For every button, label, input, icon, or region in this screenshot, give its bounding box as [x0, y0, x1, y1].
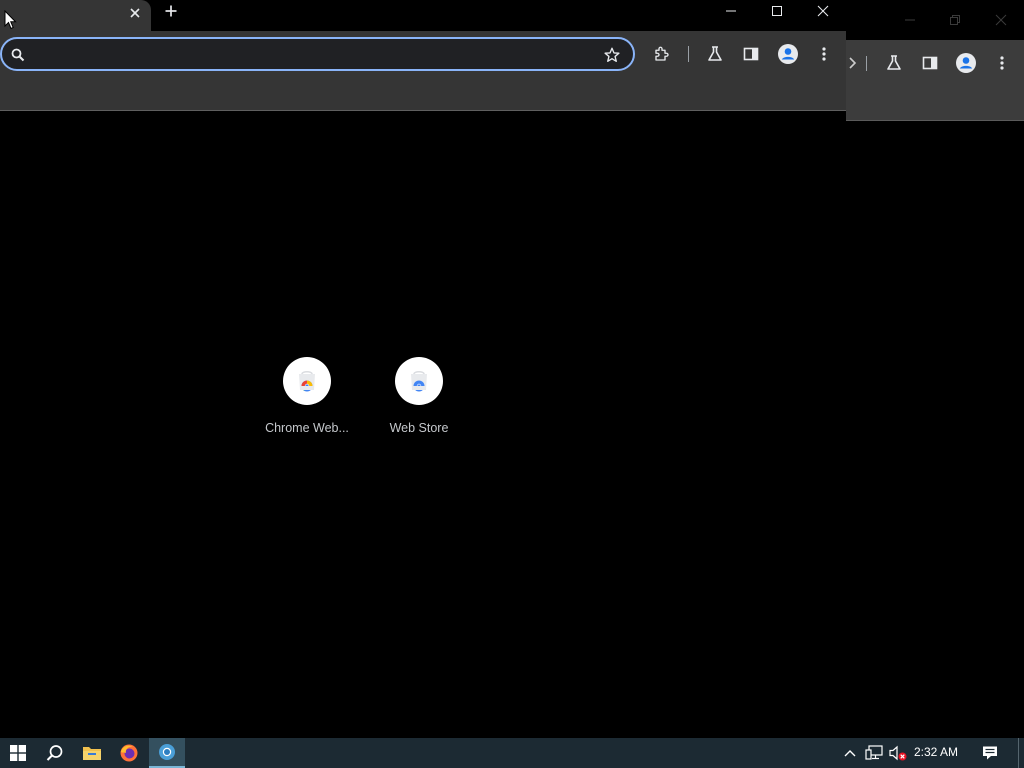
profile-icon[interactable] — [955, 52, 977, 74]
background-page-content — [846, 121, 1024, 738]
browser-window[interactable]: Chrome Web... Web Store — [0, 0, 846, 690]
network-icon[interactable] — [864, 743, 884, 763]
labs-icon[interactable] — [883, 52, 905, 74]
shortcut-label: Web Store — [389, 421, 449, 435]
close-icon[interactable] — [989, 8, 1013, 32]
chrome-icon[interactable] — [149, 738, 185, 768]
notification-icon[interactable] — [980, 743, 1000, 763]
minimize-icon[interactable] — [708, 0, 754, 22]
firefox-icon[interactable] — [111, 738, 147, 768]
clock[interactable]: 2:32 AM — [914, 745, 958, 759]
profile-icon[interactable] — [777, 43, 799, 65]
search-icon[interactable] — [37, 738, 73, 768]
tab-new-tab[interactable] — [0, 0, 151, 31]
new-tab-page: Chrome Web... Web Store — [0, 111, 846, 690]
chrome-web-store-icon — [283, 357, 331, 405]
mouse-cursor-icon — [4, 9, 18, 30]
background-bookmarks-bar — [846, 86, 1024, 121]
toolbar-separator — [866, 56, 867, 71]
side-panel-icon[interactable] — [740, 43, 762, 65]
shortcut-tile[interactable]: Chrome Web... — [251, 355, 363, 445]
close-icon[interactable] — [124, 2, 146, 24]
tab-strip[interactable] — [0, 0, 846, 31]
maximize-icon[interactable] — [754, 0, 800, 22]
volume-muted-icon[interactable] — [888, 743, 908, 763]
chevron-up-icon[interactable] — [840, 743, 860, 763]
background-title-bar[interactable] — [846, 0, 1024, 40]
toolbar-separator — [688, 46, 689, 62]
bookmarks-bar — [0, 76, 846, 111]
search-icon — [10, 47, 26, 63]
toolbar — [0, 31, 846, 76]
file-explorer-icon[interactable] — [74, 738, 110, 768]
web-store-icon — [395, 357, 443, 405]
menu-icon[interactable] — [991, 52, 1013, 74]
plus-icon[interactable] — [159, 0, 183, 22]
extensions-icon[interactable] — [651, 43, 673, 65]
background-browser-window[interactable] — [846, 0, 1024, 738]
restore-icon[interactable] — [943, 8, 967, 32]
show-desktop-button[interactable] — [1018, 738, 1024, 768]
shortcut-tile[interactable]: Web Store — [363, 355, 475, 445]
background-toolbar — [846, 40, 1024, 86]
minimize-icon[interactable] — [898, 8, 922, 32]
close-icon[interactable] — [800, 0, 846, 22]
taskbar: 2:32 AM — [0, 738, 1024, 768]
address-bar[interactable] — [0, 37, 635, 71]
menu-icon[interactable] — [813, 43, 835, 65]
address-input[interactable] — [32, 44, 592, 64]
labs-icon[interactable] — [704, 43, 726, 65]
windows-start-icon[interactable] — [0, 738, 36, 768]
shortcut-label: Chrome Web... — [265, 421, 349, 435]
side-panel-icon[interactable] — [919, 52, 941, 74]
star-icon[interactable] — [602, 45, 622, 65]
